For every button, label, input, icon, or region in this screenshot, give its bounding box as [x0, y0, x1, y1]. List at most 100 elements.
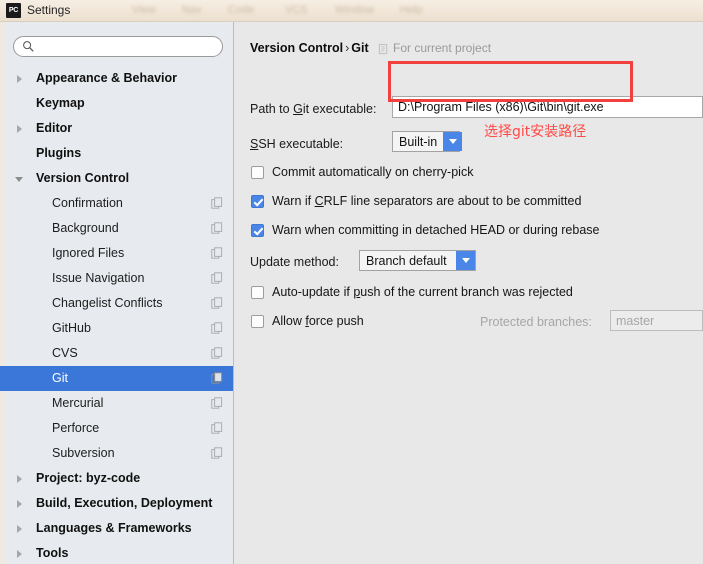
sidebar-item-label: Languages & Frameworks [36, 521, 192, 535]
ssh-label-rest: SH executable: [258, 137, 344, 151]
chevron-right-icon[interactable] [17, 500, 22, 508]
checkbox-label-auto-update: Auto-update if push of the current branc… [272, 285, 573, 299]
sidebar-item-label: Version Control [36, 171, 130, 185]
chevron-down-icon[interactable] [443, 132, 463, 151]
sidebar-item-version-control[interactable]: Version Control [0, 166, 233, 191]
blurred-menu-item-code: Code [228, 4, 255, 16]
git-path-label-post: it executable: [302, 102, 377, 116]
sidebar-item-tools[interactable]: Tools [0, 541, 233, 564]
sidebar-item-label: Git [52, 371, 68, 385]
sidebar-item-editor[interactable]: Editor [0, 116, 233, 141]
chevron-down-icon[interactable] [456, 251, 475, 270]
force-push-post: orce push [308, 314, 364, 328]
checkbox-commit-cherry-pick[interactable] [251, 165, 264, 179]
checkbox-row-commit-cherry-pick[interactable]: Commit automatically on cherry-pick [251, 165, 473, 179]
sidebar-item-git[interactable]: Git [0, 366, 233, 391]
breadcrumb-current: Git [351, 41, 369, 55]
breadcrumb-parent[interactable]: Version Control [250, 41, 343, 55]
sidebar-item-background[interactable]: Background [0, 216, 233, 241]
checkbox-label-allow-force-push: Allow force push [272, 314, 364, 328]
settings-sidebar: Appearance & Behavior Keymap Editor Plugins… [0, 22, 234, 564]
protected-branches-label: Protected branches: [480, 315, 592, 329]
sidebar-item-label: Build, Execution, Deployment [36, 496, 213, 510]
chevron-right-icon[interactable] [17, 125, 22, 133]
sidebar-item-languages-frameworks[interactable]: Languages & Frameworks [0, 516, 233, 541]
sidebar-item-plugins[interactable]: Plugins [0, 141, 233, 166]
chevron-right-icon[interactable] [17, 75, 22, 83]
sidebar-item-keymap[interactable]: Keymap [0, 91, 233, 116]
settings-body: Appearance & Behavior Keymap Editor Plugins… [0, 22, 703, 564]
checkbox-row-auto-update[interactable]: Auto-update if push of the current branc… [251, 285, 573, 299]
sidebar-item-label: Editor [36, 121, 73, 135]
warn-crlf-pre: Warn if [272, 194, 315, 208]
scope-label: For current project [393, 41, 492, 55]
git-path-label-pre: Path to [250, 102, 294, 116]
search-container [13, 36, 223, 57]
blurred-menu-item-window: Window [335, 4, 375, 16]
sidebar-item-changelist-conflicts[interactable]: Changelist Conflicts [0, 291, 233, 316]
chevron-right-icon[interactable] [17, 525, 22, 533]
git-path-input[interactable] [392, 96, 703, 118]
chevron-right-icon[interactable] [17, 550, 22, 558]
window-title: Settings [27, 3, 71, 17]
update-method-label: Update method: [250, 255, 339, 269]
checkbox-label-commit-cherry-pick: Commit automatically on cherry-pick [272, 165, 474, 179]
warn-crlf-post: RLF line separators are about to be comm… [323, 194, 582, 208]
sidebar-item-label: GitHub [52, 321, 91, 335]
sidebar-item-label: Issue Navigation [52, 271, 145, 285]
breadcrumb: Version Control › Git [250, 41, 369, 55]
sidebar-item-build-execution-deployment[interactable]: Build, Execution, Deployment [0, 491, 233, 516]
sidebar-item-mercurial[interactable]: Mercurial [0, 391, 233, 416]
settings-window: PC Settings View Nav Code VCS Window Hel… [0, 0, 703, 564]
blurred-menu-item-nav: Nav [182, 4, 202, 16]
checkbox-warn-detached-head[interactable] [251, 223, 264, 237]
checkbox-warn-crlf[interactable] [251, 194, 264, 208]
sidebar-item-label: Tools [36, 546, 69, 560]
sidebar-item-label: Confirmation [52, 196, 123, 210]
checkbox-row-warn-detached-head[interactable]: Warn when committing in detached HEAD or… [251, 223, 599, 237]
warn-crlf-accel: C [314, 194, 324, 208]
sidebar-item-ignored-files[interactable]: Ignored Files [0, 241, 233, 266]
sidebar-item-github[interactable]: GitHub [0, 316, 233, 341]
sidebar-item-label: Appearance & Behavior [36, 71, 178, 85]
update-method-value: Branch default [366, 253, 447, 268]
sidebar-item-subversion[interactable]: Subversion [0, 441, 233, 466]
checkbox-allow-force-push[interactable] [251, 314, 264, 328]
sidebar-item-project-byz-code[interactable]: Project: byz-code [0, 466, 233, 491]
sidebar-item-label: CVS [52, 346, 78, 360]
auto-update-post: ush of the current branch was rejected [360, 285, 573, 299]
ssh-executable-label: SSH executable: [250, 137, 343, 151]
pycharm-app-icon: PC [6, 3, 21, 18]
checkbox-label-warn-crlf: Warn if CRLF line separators are about t… [272, 194, 581, 208]
sidebar-item-issue-navigation[interactable]: Issue Navigation [0, 266, 233, 291]
update-method-combo[interactable]: Branch default [359, 250, 476, 271]
git-path-label: Path to Git executable: [250, 102, 377, 116]
sidebar-item-label: Subversion [52, 446, 115, 460]
chevron-right-icon[interactable] [17, 475, 22, 483]
chevron-down-icon[interactable] [15, 177, 23, 182]
sidebar-item-label: Project: byz-code [36, 471, 141, 485]
project-scope-icon [378, 43, 388, 55]
protected-branches-input[interactable] [610, 310, 703, 331]
search-input[interactable] [13, 36, 223, 57]
sidebar-item-label: Plugins [36, 146, 82, 160]
title-bar: PC Settings View Nav Code VCS Window Hel… [0, 0, 703, 22]
checkbox-row-warn-crlf[interactable]: Warn if CRLF line separators are about t… [251, 194, 581, 208]
sidebar-item-label: Ignored Files [52, 246, 125, 260]
settings-tree: Appearance & Behavior Keymap Editor Plugins… [0, 66, 233, 564]
ssh-executable-value: Built-in [399, 134, 438, 149]
sidebar-item-label: Mercurial [52, 396, 104, 410]
blurred-menu-item-vcs: VCS [285, 4, 308, 16]
checkbox-label-warn-detached-head: Warn when committing in detached HEAD or… [272, 223, 600, 237]
sidebar-item-confirmation[interactable]: Confirmation [0, 191, 233, 216]
checkbox-row-allow-force-push[interactable]: Allow force push [251, 314, 364, 328]
sidebar-item-cvs[interactable]: CVS [0, 341, 233, 366]
ssh-executable-combo[interactable]: Built-in [392, 131, 463, 152]
sidebar-item-perforce[interactable]: Perforce [0, 416, 233, 441]
sidebar-item-label: Changelist Conflicts [52, 296, 163, 310]
git-settings-panel: Version Control › Git For current project … [235, 22, 703, 564]
sidebar-item-label: Perforce [52, 421, 100, 435]
sidebar-item-appearance-behavior[interactable]: Appearance & Behavior [0, 66, 233, 91]
checkbox-auto-update[interactable] [251, 285, 264, 299]
auto-update-pre: Auto-update if [272, 285, 354, 299]
